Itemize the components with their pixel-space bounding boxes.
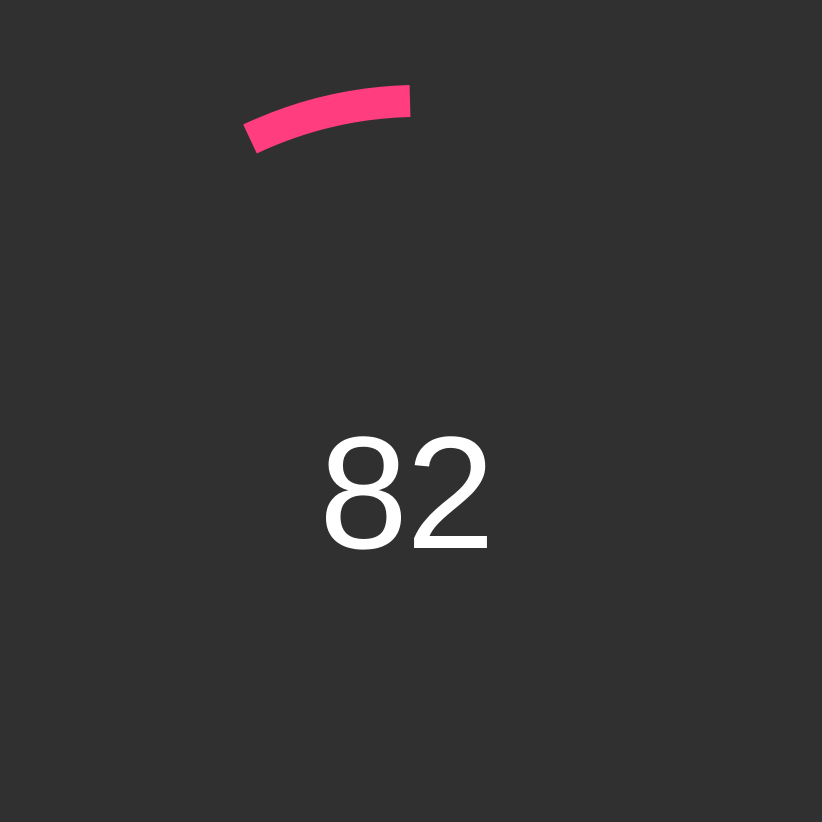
progress-arc-segment (243, 85, 411, 154)
progress-value: 82 (319, 403, 495, 582)
progress-indicator-screen: 82 (0, 0, 822, 822)
